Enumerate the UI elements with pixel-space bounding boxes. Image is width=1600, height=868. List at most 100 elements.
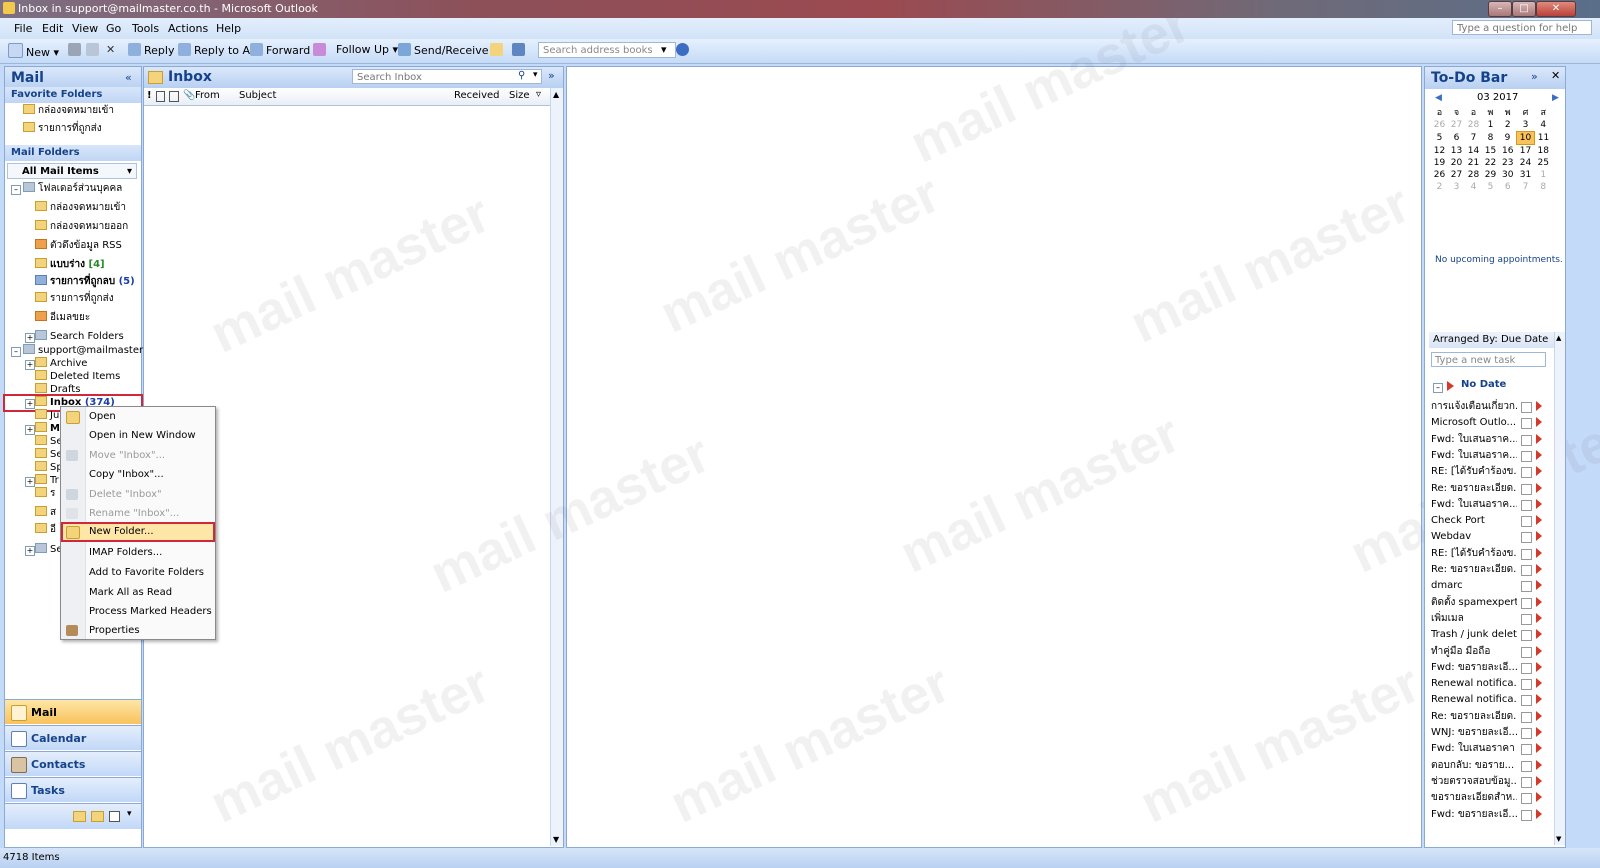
task-item[interactable]: Check Port xyxy=(1429,513,1547,529)
task-item[interactable]: Webdav xyxy=(1429,529,1547,545)
menu-item-add-to-favorites[interactable]: Add to Favorite Folders xyxy=(61,563,215,583)
calendar-day[interactable]: 15 xyxy=(1482,145,1499,158)
task-item[interactable]: WNJ: ขอรายละเอี... xyxy=(1429,725,1547,741)
scroll-up-icon[interactable]: ▲ xyxy=(553,90,559,99)
menu-item-imap-folders[interactable]: IMAP Folders... xyxy=(61,543,215,563)
categorize-icon[interactable] xyxy=(313,43,329,57)
minimize-button[interactable]: – xyxy=(1488,1,1512,17)
mail-folders-header[interactable]: Mail Folders xyxy=(5,145,141,161)
folder-item[interactable]: Se xyxy=(35,448,63,462)
task-item[interactable]: เพิ่มเมล xyxy=(1429,611,1547,627)
calendar-day[interactable]: 2 xyxy=(1431,181,1448,193)
calendar-day[interactable]: 9 xyxy=(1499,132,1517,145)
calendar-day[interactable]: 8 xyxy=(1482,132,1499,145)
task-complete-checkbox[interactable] xyxy=(1521,662,1532,674)
shortcuts-icon[interactable] xyxy=(109,811,120,822)
task-item[interactable]: Re: ขอรายละเอียด... xyxy=(1429,562,1547,578)
flag-icon[interactable] xyxy=(1536,612,1542,623)
folder-item[interactable]: รายการที่ถูกลบ (5) xyxy=(35,275,135,289)
calendar-day[interactable]: 6 xyxy=(1448,132,1465,145)
folder-item[interactable]: ตัวดึงข้อมูล RSS xyxy=(35,239,122,253)
flag-icon[interactable] xyxy=(1536,808,1542,819)
task-item[interactable]: Fwd: ใบเสนอราค... xyxy=(1429,448,1547,464)
task-complete-checkbox[interactable] xyxy=(1521,760,1532,772)
folder-item[interactable]: Sp xyxy=(35,461,63,475)
task-complete-checkbox[interactable] xyxy=(1521,565,1532,576)
task-item[interactable]: ตอบกลับ: ขอราย... xyxy=(1429,758,1547,774)
flag-icon[interactable] xyxy=(1536,775,1542,786)
calendar-day[interactable]: 24 xyxy=(1517,157,1535,169)
calendar-day[interactable]: 16 xyxy=(1499,145,1517,158)
inbox-search-input[interactable]: Search Inbox xyxy=(352,69,542,84)
task-item[interactable]: ขอรายละเอียดสำห... xyxy=(1429,790,1547,806)
calendar-day[interactable]: 5 xyxy=(1482,181,1499,193)
menu-item-open[interactable]: Open xyxy=(61,407,215,427)
folder-item[interactable]: แบบร่าง [4] xyxy=(35,258,105,272)
calendar-day-today[interactable]: 10 xyxy=(1516,131,1535,145)
menu-item-copy[interactable]: Copy "Inbox"... xyxy=(61,465,215,485)
folder-item[interactable]: ส xyxy=(35,506,56,520)
folder-item[interactable]: อีเมลขยะ xyxy=(35,311,90,325)
favorite-sent[interactable]: รายการที่ถูกส่ง xyxy=(23,122,102,136)
task-complete-checkbox[interactable] xyxy=(1521,711,1532,723)
task-item[interactable]: RE: [ได้รับคำร้องข... xyxy=(1429,464,1547,480)
prev-month-icon[interactable]: ◀ xyxy=(1435,93,1442,103)
calendar-day[interactable]: 27 xyxy=(1448,119,1465,132)
folder-item[interactable]: กล่องจดหมายเข้า xyxy=(35,201,126,215)
menu-view[interactable]: View xyxy=(72,22,98,35)
flag-icon[interactable] xyxy=(1536,661,1542,672)
task-complete-checkbox[interactable] xyxy=(1521,630,1532,642)
nav-button-tasks[interactable]: Tasks xyxy=(5,777,141,802)
nav-button-mail[interactable]: Mail xyxy=(5,699,141,724)
flag-icon[interactable] xyxy=(1536,694,1542,705)
expand-icon[interactable]: + xyxy=(25,546,35,556)
column-subject[interactable]: Subject xyxy=(239,90,276,101)
task-item[interactable]: Re: ขอรายละเอียด... xyxy=(1429,481,1547,497)
task-complete-checkbox[interactable] xyxy=(1521,418,1532,430)
task-item[interactable]: RE: [ได้รับคำร้องข... xyxy=(1429,546,1547,562)
address-book-search-input[interactable]: Search address books xyxy=(538,42,676,58)
task-item[interactable]: Renewal notifica... xyxy=(1429,676,1547,692)
task-complete-checkbox[interactable] xyxy=(1521,467,1532,479)
task-item[interactable]: Fwd: ใบเสนอราค... xyxy=(1429,497,1547,513)
flag-icon[interactable] xyxy=(1536,433,1542,444)
calendar-day[interactable]: 1 xyxy=(1535,169,1553,181)
folder-icon[interactable] xyxy=(490,43,506,57)
reply-all-button[interactable]: Reply to All xyxy=(178,43,256,57)
flag-status-column-icon[interactable] xyxy=(169,91,179,102)
calendar-day[interactable]: 4 xyxy=(1535,119,1553,132)
calendar-day[interactable]: 19 xyxy=(1431,157,1448,169)
folder-item[interactable]: Se xyxy=(35,543,63,557)
notes-icon[interactable] xyxy=(73,811,86,822)
flag-icon[interactable] xyxy=(1536,759,1542,770)
move-icon[interactable] xyxy=(86,43,102,57)
icon-column-icon[interactable] xyxy=(156,91,165,102)
task-item[interactable]: ทำคู่มือ มือถือ xyxy=(1429,644,1547,660)
calendar-day[interactable]: 2 xyxy=(1499,119,1517,132)
task-item[interactable]: Fwd: ขอรายละเอี... xyxy=(1429,807,1547,823)
expand-icon[interactable]: + xyxy=(25,333,35,343)
follow-up-button[interactable]: Follow Up ▾ xyxy=(336,43,398,56)
collapse-nav-icon[interactable]: « xyxy=(125,71,132,84)
favorite-inbox[interactable]: กล่องจดหมายเข้า xyxy=(23,104,114,118)
flag-icon[interactable] xyxy=(1536,547,1542,558)
task-item[interactable]: Fwd: ใบเสนอราคา xyxy=(1429,741,1547,757)
flag-icon[interactable] xyxy=(1536,596,1542,607)
send-receive-button[interactable]: Send/Receive ▾ xyxy=(398,43,498,57)
forward-button[interactable]: Forward xyxy=(250,43,310,57)
flag-icon[interactable] xyxy=(1536,710,1542,721)
nav-button-calendar[interactable]: Calendar xyxy=(5,725,141,750)
scroll-down-icon[interactable]: ▼ xyxy=(553,835,559,844)
column-size[interactable]: Size xyxy=(509,90,530,101)
folder-item[interactable]: ร xyxy=(35,487,55,501)
calendar-day[interactable]: 25 xyxy=(1535,157,1553,169)
folder-item[interactable]: กล่องจดหมายออก xyxy=(35,220,128,234)
menu-actions[interactable]: Actions xyxy=(168,22,208,35)
calendar-day[interactable]: 26 xyxy=(1431,119,1448,132)
help-icon[interactable] xyxy=(676,43,692,57)
task-complete-checkbox[interactable] xyxy=(1521,744,1532,756)
expand-icon[interactable]: + xyxy=(25,477,35,487)
flag-icon[interactable] xyxy=(1536,629,1542,640)
reply-button[interactable]: Reply xyxy=(128,43,174,57)
close-button[interactable]: ✕ xyxy=(1536,1,1576,17)
